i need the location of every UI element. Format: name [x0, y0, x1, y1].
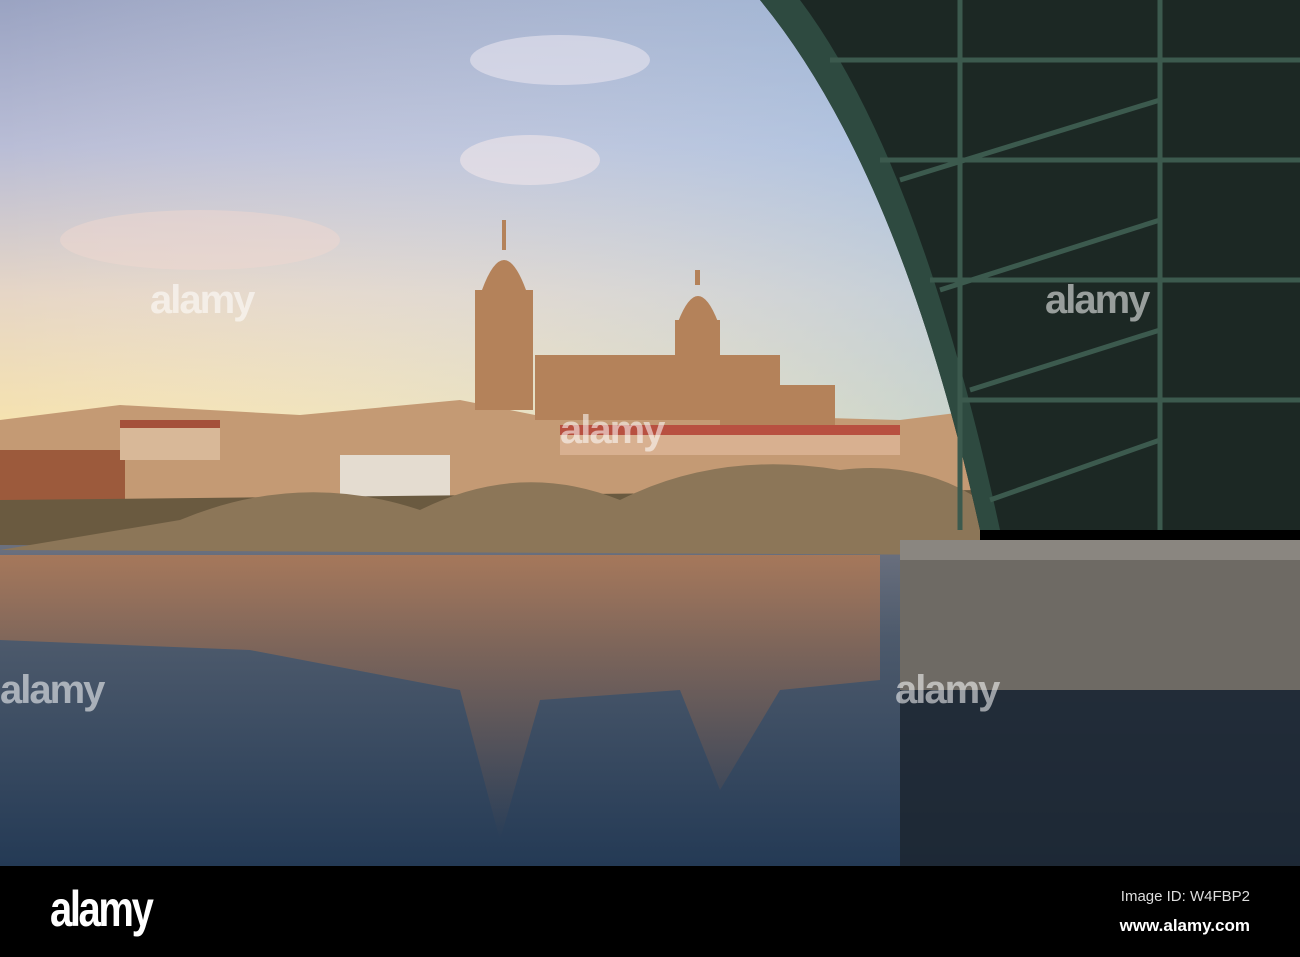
watermark: alamy	[895, 668, 1000, 712]
alamy-logo: alamy	[50, 881, 154, 937]
site-url: www.alamy.com	[1119, 916, 1250, 935]
watermark: alamy	[560, 408, 665, 452]
watermark: alamy	[150, 278, 255, 322]
watermark: alamy	[1045, 278, 1150, 322]
watermark: alamy	[0, 668, 105, 712]
footer-bar: alamy Image ID: W4FBP2 www.alamy.com	[0, 866, 1300, 957]
photo-frame: alamy alamy alamy alamy alamy alamy Imag…	[0, 0, 1300, 957]
image-id: Image ID: W4FBP2	[1120, 888, 1250, 905]
